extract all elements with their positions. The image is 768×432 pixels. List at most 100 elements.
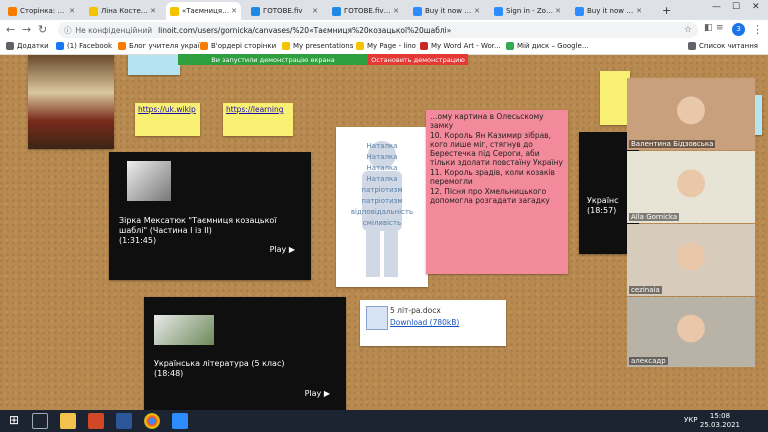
bookmark-favicon-icon [200,42,208,50]
video-thumbnail-1[interactable] [127,161,171,201]
chrome-icon[interactable] [144,413,160,429]
browser-tab[interactable]: Сторінка: ред ✕ [4,2,79,20]
bookmark-item[interactable]: Мій диск – Google... [506,42,589,50]
bookmark-label: В'ордері сторінки [211,42,277,50]
info-icon[interactable]: ⓘ [64,25,72,36]
wordcloud-word: Наталка [366,164,398,172]
browser-tab[interactable]: ГОТОВЕ.fiv - G ✕ [328,2,403,20]
bookmark-item[interactable]: My presentations [282,42,353,50]
pink-note-line: 10. Король Ян Казимир зібрав, кого лише … [430,131,563,167]
bookmark-star-icon[interactable]: ☆ [684,25,692,35]
participant-video[interactable]: алексадр [627,297,755,367]
sticky-note-link-wiki[interactable]: https://uk.wikip [135,103,200,136]
bookmark-favicon-icon [420,42,428,50]
bookmark-favicon-icon [506,42,514,50]
browser-tab[interactable]: Buy it now - Z ✕ [571,2,646,20]
file-explorer-icon[interactable] [60,413,76,429]
participant-name: Валентина Бідзовська [629,140,716,148]
close-tab-icon[interactable]: ✕ [312,7,318,15]
security-label: Не конфіденційний [75,25,153,35]
bookmark-item[interactable]: Список читання [688,42,758,50]
wordcloud-word: сміливість [362,219,402,227]
screen-share-banner: Ви запустили демонстрацію екрана Останов… [178,54,468,65]
participant-name: Alla Gornicka [629,213,680,221]
wordcloud-word: патріотизм [361,197,403,205]
sticky-note-blue[interactable] [128,55,180,75]
close-tab-icon[interactable]: ✕ [69,7,75,15]
close-tab-icon[interactable]: ✕ [231,7,237,15]
sticky-note-pink[interactable]: …ому картина в Олесьскому замку 10. Корол… [426,110,568,274]
extensions-icon[interactable]: ◧ [704,23,713,33]
powerpoint-icon[interactable] [88,413,104,429]
video-card-1[interactable]: Зірка Мексатюк "Таємниця козацької шаблі… [109,152,311,280]
system-clock[interactable]: 15:08 25.03.2021 [700,412,740,430]
learning-link[interactable]: https://learning [226,105,283,114]
tab-favicon-icon [89,6,98,16]
bookmark-item[interactable]: В'ордері сторінки [200,42,276,50]
tab-title: Сторінка: ред [20,7,68,15]
tab-title: ГОТОВЕ.fiv [263,7,303,15]
new-tab-button[interactable]: + [662,4,671,17]
reload-icon[interactable]: ↻ [38,23,47,36]
bookmark-label: My presentations [293,42,354,50]
participant-name: алексадр [629,357,668,365]
pink-note-line: 12. Пісня про Хмельницького допомогла ро… [430,187,550,205]
bookmark-label: Блог учителя украї... [129,42,207,50]
close-window-button[interactable]: ✕ [752,2,760,12]
minimize-window-button[interactable]: — [712,2,721,12]
tab-title: Buy it now - Z [425,7,473,15]
participant-video[interactable]: cezinaia [627,224,755,296]
maximize-window-button[interactable]: ☐ [732,2,740,12]
close-tab-icon[interactable]: ✕ [555,7,561,15]
close-tab-icon[interactable]: ✕ [393,7,399,15]
video-duration-3: (18:57) [587,206,617,215]
browser-toolbar: ← → ↻ ⓘ Не конфіденційний linoit.com/use… [0,20,768,40]
profile-avatar[interactable]: З [732,23,745,36]
sticky-note-yellow[interactable] [600,71,630,125]
windows-start-icon[interactable]: ⊞ [6,413,22,429]
browser-tab[interactable]: «Таємниця ко ✕ [166,2,241,20]
close-tab-icon[interactable]: ✕ [474,7,480,15]
file-card-docx[interactable]: 5 літ-ра.docx Download (780kB) [360,300,506,346]
participant-video[interactable]: Валентина Бідзовська [627,78,755,150]
docx-filename: 5 літ-ра.docx [390,306,441,315]
wordcloud-image[interactable]: Наталка Наталка Наталка Наталка патріотизм па… [336,127,428,287]
language-indicator[interactable]: УКР [684,416,697,424]
play-button-1[interactable]: Play ▶ [270,245,295,254]
address-bar[interactable]: ⓘ Не конфіденційний linoit.com/users/gor… [58,22,698,38]
back-icon[interactable]: ← [6,23,15,36]
bookmark-item[interactable]: Блог учителя украї... [118,42,206,50]
tab-title: Sign in - Zoom [506,7,554,15]
zoom-icon[interactable] [172,413,188,429]
task-view-icon[interactable] [32,413,48,429]
bookmark-item[interactable]: My Page - lino [356,42,416,50]
video-title-1: Зірка Мексатюк "Таємниця козацької шаблі… [119,216,277,235]
bookmark-item[interactable]: My Word Art - Wor... [420,42,501,50]
close-tab-icon[interactable]: ✕ [636,7,642,15]
video-card-2[interactable]: Українська література (5 клас) (18:48) P… [144,297,346,410]
costume-photo[interactable] [28,55,114,149]
browser-tab[interactable]: Ліна Костенко✕ [85,2,160,20]
video-thumbnail-2[interactable] [154,315,214,345]
sticky-note-link-learning[interactable]: https://learning [223,103,293,136]
tab-title: ГОТОВЕ.fiv - G [344,7,392,15]
tab-title: Buy it now - Z [587,7,635,15]
menu-kebab-icon[interactable]: ⋮ [752,23,763,36]
bookmark-item[interactable]: Додатки [6,42,49,50]
url-text[interactable]: linoit.com/users/gornicka/canvases/%20«Т… [158,26,684,35]
video-title-2: Українська література (5 клас) [154,359,285,368]
browser-tab[interactable]: ГОТОВЕ.fiv ✕ [247,2,322,20]
participant-video[interactable]: Alla Gornicka [627,151,755,223]
stop-share-button[interactable]: Остановить демонстрацию [368,54,468,65]
close-tab-icon[interactable]: ✕ [150,7,156,15]
reading-list-icon[interactable]: ≡ [716,23,724,33]
docx-download-link[interactable]: Download (780kB) [390,318,459,327]
browser-tab[interactable]: Buy it now - Z ✕ [409,2,484,20]
play-button-2[interactable]: Play ▶ [305,389,330,398]
word-icon[interactable] [116,413,132,429]
browser-tab[interactable]: Sign in - Zoom ✕ [490,2,565,20]
forward-icon[interactable]: → [22,23,31,36]
bookmark-item[interactable]: (1) Facebook [56,42,112,50]
wiki-link[interactable]: https://uk.wikip [138,105,196,114]
video-duration-2: (18:48) [154,369,184,378]
